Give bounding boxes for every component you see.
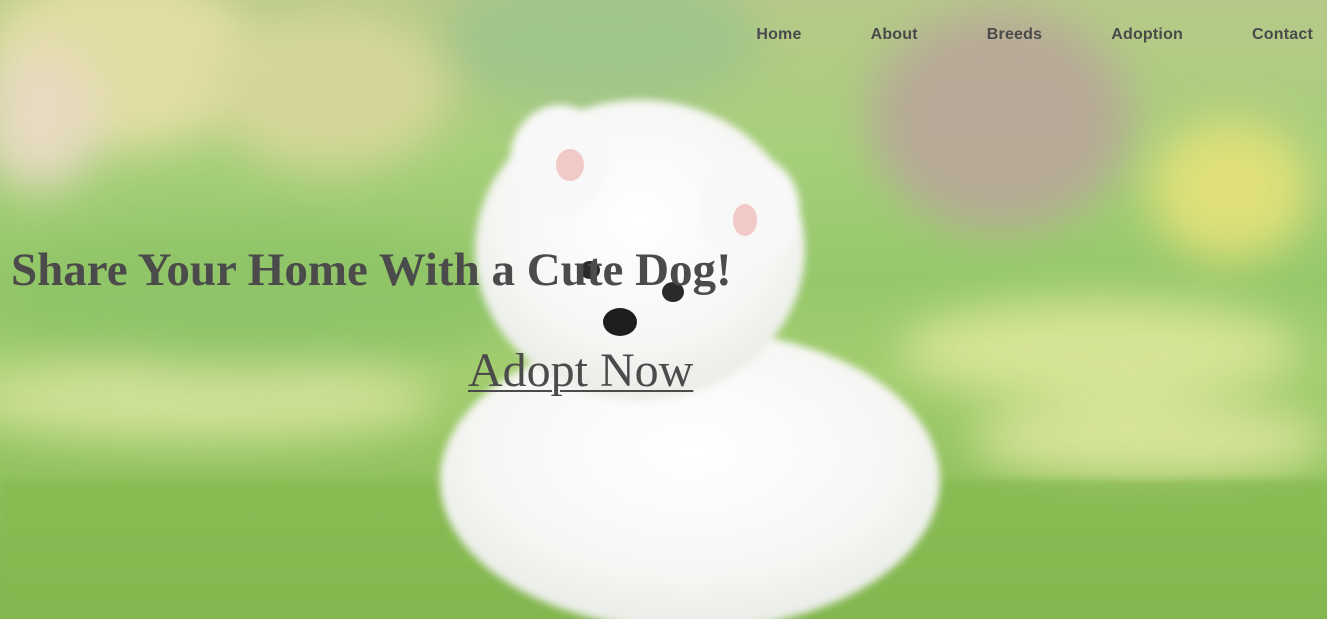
hero-background-image [0,0,1327,619]
nav-item-adoption[interactable]: Adoption [1111,26,1183,44]
nav-item-about[interactable]: About [871,26,918,44]
nav-item-contact[interactable]: Contact [1252,26,1313,44]
hero-headline: Share Your Home With a Cute Dog! [11,244,732,296]
nav-item-breeds[interactable]: Breeds [987,26,1042,44]
adopt-now-link[interactable]: Adopt Now [468,343,693,398]
nav-item-home[interactable]: Home [756,26,801,44]
puppy-photo [0,0,1327,619]
main-nav: Home About Breeds Adoption Contact [687,26,1313,44]
